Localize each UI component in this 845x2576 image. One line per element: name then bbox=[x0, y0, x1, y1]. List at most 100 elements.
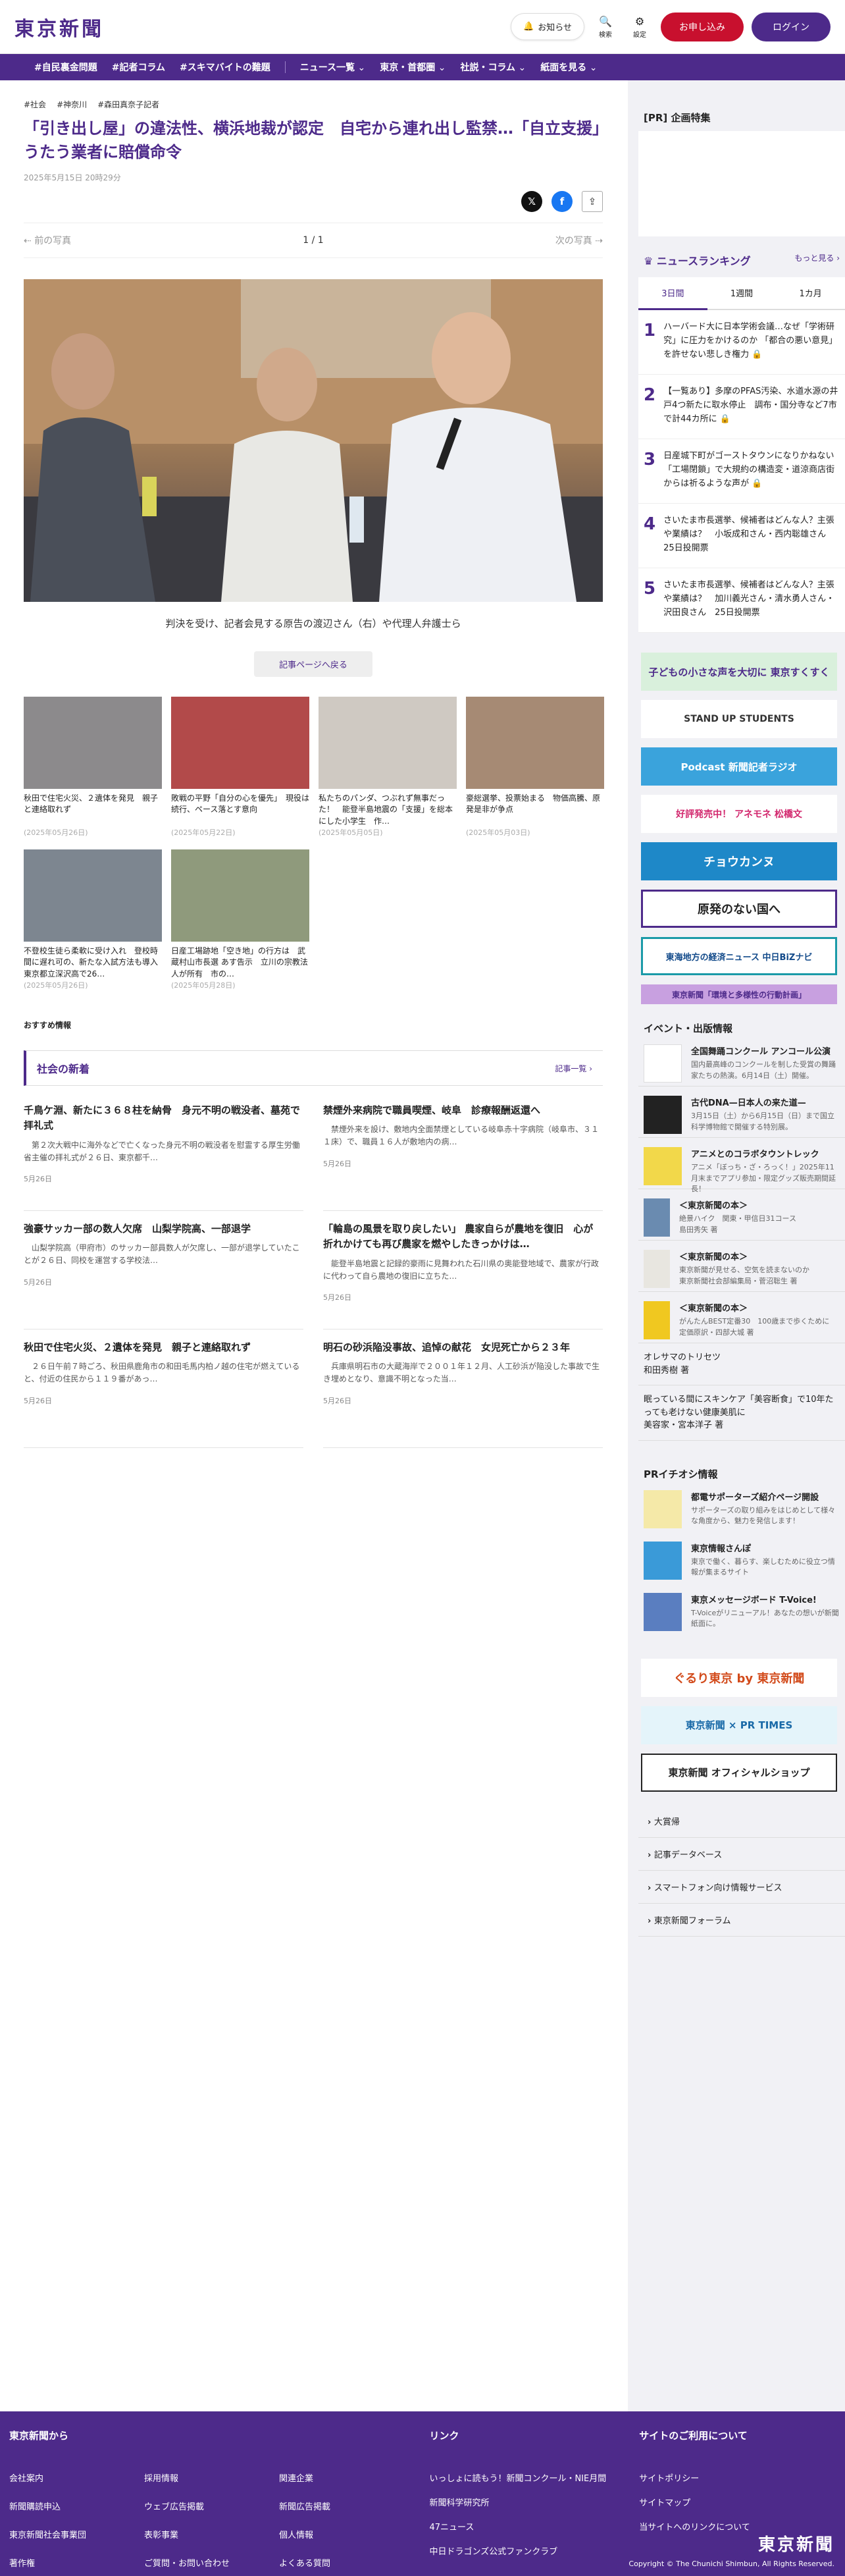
event-item[interactable]: 全国舞踊コンクール アンコール公演 国内最高峰のコンクールを制した受賞の舞踊家たち… bbox=[638, 1035, 845, 1087]
ranking-item[interactable]: 3 日産城下町がゴーストタウンになりかねない 「工場閉鎖」で大規約の構造変・道涼商… bbox=[638, 439, 845, 504]
ranking-item[interactable]: 4 さいたま市長選挙、候補者はどんな人？主張や業績は？ 小坂成和さん・西内聡雄さん… bbox=[638, 504, 845, 568]
news-item[interactable]: 強豪サッカー部の数人欠席 山梨学院高、一部退学 山梨学院高（甲府市）のサッカー部… bbox=[24, 1211, 303, 1329]
notice-button[interactable]: 🔔 お知らせ bbox=[511, 13, 584, 40]
footer-link[interactable]: いっしょに読もう！新聞コンクール・NIE月間 bbox=[429, 2471, 639, 2484]
tag-link[interactable]: #森田真奈子記者 bbox=[97, 99, 159, 110]
footer-link[interactable]: 会社案内 bbox=[9, 2471, 131, 2484]
book-text-item[interactable]: 眠っている間にスキンケア「美容断食」で10年たっても老けない健康美肌に 美容家・… bbox=[638, 1385, 845, 1441]
tab-1month[interactable]: 1カ月 bbox=[776, 277, 845, 310]
apply-button[interactable]: お申し込み bbox=[661, 12, 744, 41]
share-icon[interactable]: ⇪ bbox=[582, 191, 603, 212]
search-button[interactable]: 🔍 検索 bbox=[592, 15, 619, 39]
event-item[interactable]: アニメとのコラボタウントレック アニメ「ぼっち・ざ・ろっく！」2025年11月末ま… bbox=[638, 1138, 845, 1193]
tag-link[interactable]: #社会 bbox=[24, 99, 46, 110]
banner-genpatsu[interactable]: 原発のない国へ bbox=[641, 890, 837, 928]
news-body: 兵庫県明石市の大蔵海岸で２００１年１２月、人工砂浜が陥没した事故で生き埋めとなり… bbox=[323, 1362, 600, 1384]
pick-item[interactable]: 東京メッセージボード T-Voice! T-Voiceがリニューアル！あなたの想い… bbox=[638, 1584, 845, 1635]
book-title: ＜東京新聞の本＞ bbox=[679, 1304, 748, 1314]
sidebar-link[interactable]: 東京新聞フォーラム bbox=[638, 1904, 845, 1937]
footer-link[interactable]: 表彰事業 bbox=[144, 2528, 266, 2540]
next-photo-link[interactable]: 次の写真 ⇢ bbox=[555, 234, 603, 247]
ranking-header: ♛ ニュースランキング もっと見る › bbox=[638, 243, 845, 277]
footer-link[interactable]: サイトマップ bbox=[639, 2496, 836, 2508]
pick-image bbox=[644, 1541, 682, 1580]
ranking-item[interactable]: 2 【一覧あり】多摩のPFAS汚染、水道水源の井戸4つ新たに取水停止 調布・国分寺… bbox=[638, 375, 845, 439]
footer-link[interactable]: 中日ドラゴンズ公式ファンクラブ bbox=[429, 2544, 639, 2557]
search-icon: 🔍 bbox=[599, 14, 612, 28]
nav-item[interactable]: 紙面を見る bbox=[540, 61, 597, 74]
nav-item[interactable]: #自民裏金問題 bbox=[34, 61, 97, 74]
tab-3days[interactable]: 3日間 bbox=[638, 277, 707, 310]
news-item[interactable]: 秋田で住宅火災、２遺体を発見 親子と連絡取れず ２６日午前７時ごろ、秋田県鹿角市… bbox=[24, 1329, 303, 1448]
banner-stand-up-students[interactable]: STAND UP STUDENTS bbox=[641, 700, 837, 738]
banner-biz-navi[interactable]: 東海地方の経済ニュース 中日BiZナビ bbox=[641, 937, 837, 975]
news-item[interactable]: 明石の砂浜陥没事故、追悼の献花 女児死亡から２３年 兵庫県明石市の大蔵海岸で２０… bbox=[323, 1329, 603, 1448]
footer-link[interactable]: 新聞広告掲載 bbox=[279, 2500, 401, 2512]
nav-item[interactable]: #スキマバイトの難題 bbox=[180, 61, 270, 74]
related-item[interactable]: 秋田で住宅火災、２遺体を発見 親子と連絡取れず (2025年05月26日) bbox=[24, 697, 162, 838]
ranking-more-link[interactable]: もっと見る › bbox=[794, 252, 840, 268]
sidebar-link[interactable]: スマートフォン向け情報サービス bbox=[638, 1871, 845, 1904]
tag-link[interactable]: #神奈川 bbox=[57, 99, 87, 110]
pick-item[interactable]: 都電サポーターズ紹介ページ開設 サポーターズの取り組みをはじめとして様々な角度から… bbox=[638, 1481, 845, 1532]
nav-item[interactable]: #記者コラム bbox=[112, 61, 165, 74]
nav-item[interactable]: 社説・コラム bbox=[460, 61, 526, 74]
photo-pager: ⇠ 前の写真 1 / 1 次の写真 ⇢ bbox=[24, 223, 603, 258]
prev-photo-link[interactable]: ⇠ 前の写真 bbox=[24, 234, 71, 247]
related-item[interactable]: 私たちのパンダ、つぶれず無事だった！ 能登半島地震の「支援」を総本にした小学生 … bbox=[319, 697, 457, 838]
book-item[interactable]: ＜東京新聞の本＞ 東京新聞が見せる、空気を読まないのか 東京新聞社会部編集局・菅沼… bbox=[638, 1241, 845, 1292]
footer-link[interactable]: 著作権 bbox=[9, 2556, 131, 2569]
banner-official-shop[interactable]: 東京新聞 オフィシャルショップ bbox=[641, 1753, 837, 1792]
nav-item[interactable]: 東京・首都圏 bbox=[380, 61, 446, 74]
sidebar-link[interactable]: 記事データベース bbox=[638, 1838, 845, 1871]
banner-chokannu[interactable]: チョウカンヌ bbox=[641, 842, 837, 880]
news-item[interactable]: 「輪島の風景を取り戻したい」 農家自らが農地を復旧 心が折れかけても再び農家を燃… bbox=[323, 1211, 603, 1329]
footer-link[interactable]: 個人情報 bbox=[279, 2528, 401, 2540]
footer-link[interactable]: 47ニュース bbox=[429, 2520, 639, 2533]
book-item[interactable]: ＜東京新聞の本＞ 絶景ハイク 関東・甲信日31コース 島田秀矢 著 bbox=[638, 1189, 845, 1241]
pick-item[interactable]: 東京情報さんぽ 東京で働く、暮らす、楽しむために役立つ情報が集まるサイト bbox=[638, 1532, 845, 1584]
banner-anemone[interactable]: 好評発売中！ アネモネ 松橋文 bbox=[641, 795, 837, 833]
news-item[interactable]: 禁煙外来病院で職員喫煙、岐阜 診療報酬返還へ 禁煙外来を設け、敷地内全面禁煙とし… bbox=[323, 1092, 603, 1211]
news-item[interactable]: 千鳥ケ淵、新たに３６８柱を納骨 身元不明の戦没者、墓苑で拝礼式 第２次大戦中に海… bbox=[24, 1092, 303, 1211]
footer-link[interactable]: ウェブ広告掲載 bbox=[144, 2500, 266, 2512]
footer-link[interactable]: 新聞科学研究所 bbox=[429, 2496, 639, 2508]
latest-more-link[interactable]: 記事一覧 › bbox=[555, 1063, 592, 1074]
pick-desc: サポーターズの取り組みをはじめとして様々な角度から、魅力を発信します！ bbox=[691, 1505, 836, 1526]
facebook-share-icon[interactable]: f bbox=[551, 191, 573, 212]
banner-podcast[interactable]: Podcast 新聞記者ラジオ bbox=[641, 747, 837, 786]
banner-environment[interactable]: 東京新聞「環境と多様性の行動計画」 bbox=[641, 984, 837, 1004]
banner-pr-times[interactable]: 東京新聞 × PR TIMES bbox=[641, 1705, 837, 1744]
back-to-article-button[interactable]: 記事ページへ戻る bbox=[254, 651, 372, 677]
footer-link[interactable]: よくある質問 bbox=[279, 2556, 401, 2569]
footer-link[interactable]: 関連企業 bbox=[279, 2471, 401, 2484]
footer-logo[interactable]: 東京新聞 bbox=[628, 2531, 834, 2556]
banner-gururi-tokyo[interactable]: ぐるり東京 by 東京新聞 bbox=[641, 1658, 837, 1697]
footer-link[interactable]: 採用情報 bbox=[144, 2471, 266, 2484]
book-item[interactable]: ＜東京新聞の本＞ がんたんBEST定番30 100歳まで歩くために 定価原訳・四部… bbox=[638, 1292, 845, 1343]
related-item[interactable]: 日産工場跡地「空き地」の行方は 武蔵村山市長選 あす告示 立川の宗教法人が所有 … bbox=[171, 849, 309, 990]
banner-sukusuku[interactable]: 子どもの小さな声を大切に 東京すくすく bbox=[641, 653, 837, 691]
footer-link[interactable]: ご質問・お問い合わせ bbox=[144, 2556, 266, 2569]
footer-link[interactable]: 東京新聞社会事業団 bbox=[9, 2528, 131, 2540]
ranking-item[interactable]: 1 ハーバード大に日本学術会議…なぜ「学術研究」に圧力をかけるのか 「都合の悪い意… bbox=[638, 310, 845, 375]
tab-1week[interactable]: 1週間 bbox=[707, 277, 777, 310]
thumbnail bbox=[171, 697, 309, 789]
nav-item[interactable]: ニュース一覧 bbox=[300, 61, 366, 74]
event-title: 全国舞踊コンクール アンコール公演 bbox=[691, 1047, 831, 1057]
x-share-icon[interactable]: 𝕏 bbox=[521, 191, 542, 212]
settings-button[interactable]: ⚙ 設定 bbox=[627, 15, 653, 39]
footer-link[interactable]: サイトポリシー bbox=[639, 2471, 836, 2484]
footer-link[interactable]: 新聞購読申込 bbox=[9, 2500, 131, 2512]
login-button[interactable]: ログイン bbox=[752, 12, 831, 41]
bell-icon: 🔔 bbox=[523, 22, 534, 32]
sidebar-link[interactable]: 大賞帰 bbox=[638, 1805, 845, 1838]
pick-heading: PRイチオシ情報 bbox=[644, 1468, 718, 1480]
event-item[interactable]: 古代DNA—日本人の来た道— 3月15日（土）から6月15日（日）まで国立科学博物… bbox=[638, 1087, 845, 1138]
book-text-item[interactable]: オレサマのトリセツ 和田秀樹 著 bbox=[638, 1343, 845, 1385]
related-item[interactable]: 豪総選挙、投票始まる 物価高騰、原発是非が争点 (2025年05月03日) bbox=[466, 697, 604, 838]
ranking-item[interactable]: 5 さいたま市長選挙、候補者はどんな人？主張や業績は？ 加川義光さん・清水勇人さん… bbox=[638, 568, 845, 633]
site-logo[interactable]: 東京新聞 bbox=[14, 13, 104, 41]
related-item[interactable]: 敗戦の平野「自分の心を優先」 現役は続行、ペース落とす意向 (2025年05月22… bbox=[171, 697, 309, 838]
related-item[interactable]: 不登校生徒ら柔軟に受け入れ 登校時間に遅れ可の、新たな入試方法も導入 東京都立深… bbox=[24, 849, 162, 990]
